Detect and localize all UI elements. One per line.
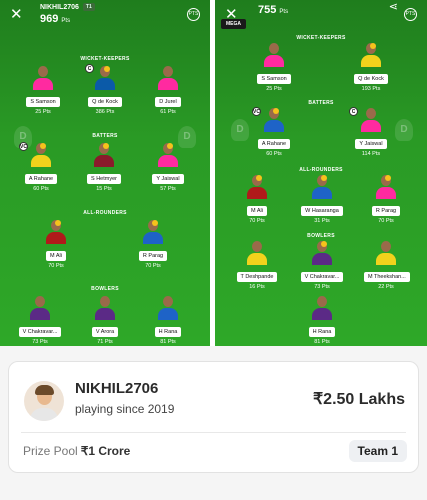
player-card[interactable]: V Chakravar... 73 Pts bbox=[300, 239, 344, 290]
star-icon bbox=[103, 143, 109, 149]
star-icon bbox=[167, 143, 173, 149]
player-card[interactable]: VC A Rahane 60 Pts bbox=[19, 141, 63, 192]
player-card[interactable]: H Rana 81 Pts bbox=[300, 294, 344, 345]
star-icon bbox=[55, 220, 61, 226]
team-preview-area: ✕ NIKHIL2706 T1 969 Pts PTS D D WICKET-KE… bbox=[0, 0, 427, 346]
trophy-watermark-icon: D bbox=[395, 119, 413, 141]
player-card[interactable]: C Q de Kock 386 Pts bbox=[83, 64, 127, 115]
divider bbox=[21, 432, 406, 433]
player-card[interactable]: VC A Rahane 60 Pts bbox=[252, 106, 296, 157]
team-name: NIKHIL2706 T1 bbox=[40, 3, 95, 11]
playing-since: playing since 2019 bbox=[75, 402, 175, 416]
player-card[interactable]: D Jurel 61 Pts bbox=[146, 64, 190, 115]
team-points: 969 Pts bbox=[40, 13, 71, 25]
prize-pool-value: ₹1 Crore bbox=[80, 444, 131, 458]
player-card[interactable]: S Samson 25 Pts bbox=[252, 41, 296, 92]
avatar bbox=[24, 381, 64, 421]
star-icon bbox=[152, 220, 158, 226]
section-wicket-keepers: WICKET-KEEPERS bbox=[80, 56, 130, 62]
player-card[interactable]: Y Jaiswal 57 Pts bbox=[146, 141, 190, 192]
star-icon bbox=[256, 175, 262, 181]
section-batters: BATTERS bbox=[308, 100, 334, 106]
star-icon bbox=[370, 43, 376, 49]
points-badge-icon[interactable]: PTS bbox=[404, 8, 417, 21]
trophy-watermark-icon: D bbox=[231, 119, 249, 141]
prize-pool: Prize Pool ₹1 Crore bbox=[23, 444, 131, 458]
team-chip[interactable]: Team 1 bbox=[348, 440, 407, 462]
player-card[interactable]: W Hasaranga 31 Pts bbox=[300, 173, 344, 224]
player-card[interactable]: T Deshpande 16 Pts bbox=[235, 239, 279, 290]
points-badge-icon[interactable]: PTS bbox=[187, 8, 200, 21]
star-icon bbox=[321, 175, 327, 181]
player-card[interactable]: R Parag 70 Pts bbox=[364, 173, 408, 224]
share-icon[interactable]: ⋖ bbox=[389, 0, 398, 13]
player-card[interactable]: H Rana 81 Pts bbox=[146, 294, 190, 345]
jersey bbox=[33, 78, 53, 90]
star-icon bbox=[385, 175, 391, 181]
star-icon bbox=[40, 143, 46, 149]
star-icon bbox=[321, 241, 327, 247]
vice-captain-badge: VC bbox=[19, 142, 28, 151]
leaderboard-entry-card[interactable]: NIKHIL2706 playing since 2019 ₹2.50 Lakh… bbox=[8, 361, 419, 473]
player-card[interactable]: M Ali 70 Pts bbox=[235, 173, 279, 224]
section-bowlers: BOWLERS bbox=[91, 286, 119, 292]
section-wicket-keepers: WICKET-KEEPERS bbox=[296, 35, 346, 41]
mega-badge: MEGA bbox=[221, 19, 246, 29]
section-batters: BATTERS bbox=[92, 133, 118, 139]
player-card[interactable]: S Hetmyer 15 Pts bbox=[82, 141, 126, 192]
section-all-rounders: ALL-ROUNDERS bbox=[83, 210, 127, 216]
team-preview-left: ✕ NIKHIL2706 T1 969 Pts PTS D D WICKET-KE… bbox=[0, 0, 210, 346]
player-card[interactable]: M Ali 70 Pts bbox=[34, 218, 78, 269]
player-card[interactable]: M Theekshan... 22 Pts bbox=[364, 239, 410, 290]
player-card[interactable]: Q de Kock 193 Pts bbox=[349, 41, 393, 92]
vice-captain-badge: VC bbox=[252, 107, 261, 116]
player-card[interactable]: S Samson 25 Pts bbox=[21, 64, 65, 115]
player-card[interactable]: C Y Jaiswal 114 Pts bbox=[349, 106, 393, 157]
team-points: 755 Pts bbox=[258, 4, 289, 16]
team-tag: T1 bbox=[82, 3, 95, 11]
username: NIKHIL2706 bbox=[75, 380, 159, 397]
captain-badge: C bbox=[85, 64, 94, 73]
winning-amount: ₹2.50 Lakhs bbox=[312, 391, 405, 408]
close-icon[interactable]: ✕ bbox=[10, 7, 23, 22]
player-card[interactable]: V Chakravar... 73 Pts bbox=[18, 294, 62, 345]
player-card[interactable]: R Parag 70 Pts bbox=[131, 218, 175, 269]
captain-badge: C bbox=[349, 107, 358, 116]
star-icon bbox=[273, 108, 279, 114]
team-preview-right: ✕ 755 Pts MEGA ⋖ PTS D D WICKET-KEEPERS … bbox=[215, 0, 427, 346]
star-icon bbox=[104, 66, 110, 72]
player-card[interactable]: V Arora 71 Pts bbox=[83, 294, 127, 345]
